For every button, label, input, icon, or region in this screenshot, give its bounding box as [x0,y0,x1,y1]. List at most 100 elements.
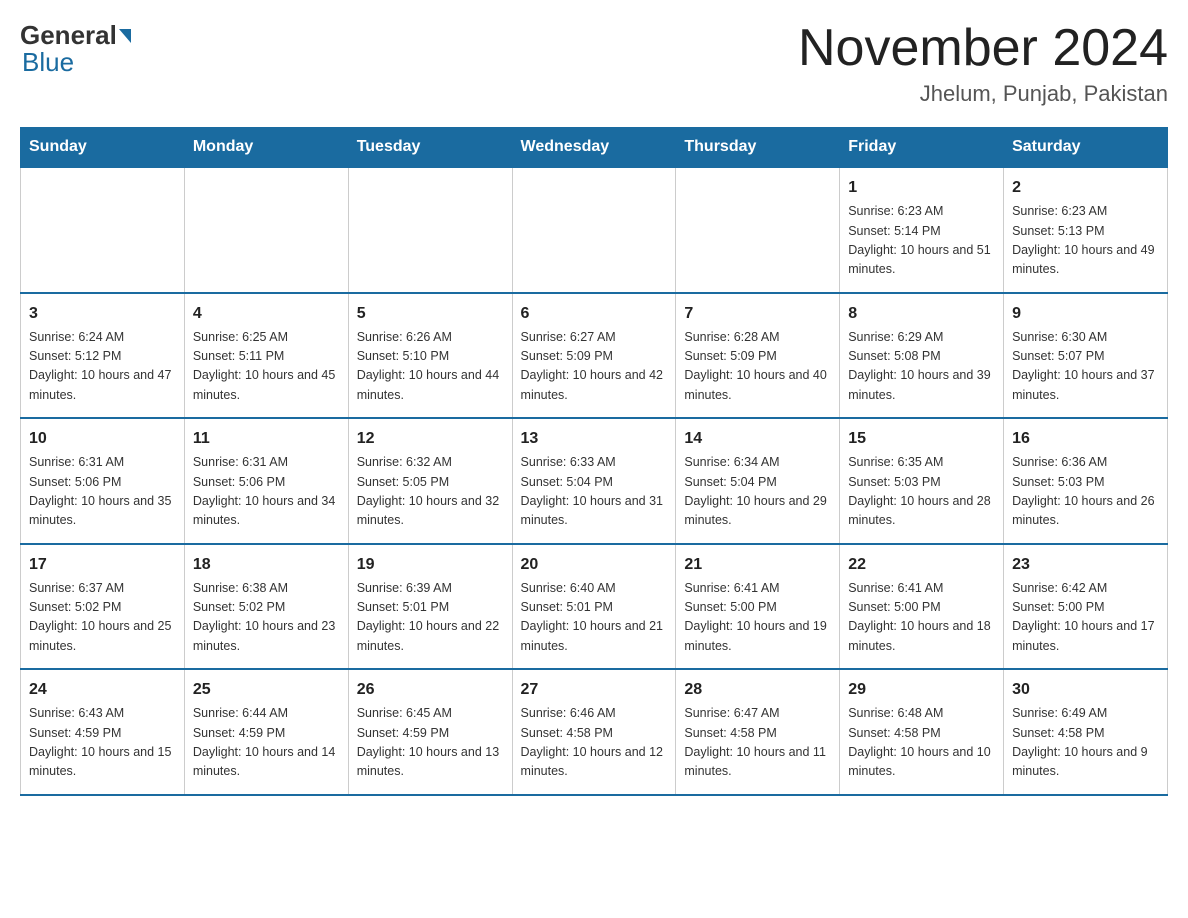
day-info: Sunrise: 6:24 AMSunset: 5:12 PMDaylight:… [29,328,176,406]
cell-week4-day1: 17Sunrise: 6:37 AMSunset: 5:02 PMDayligh… [21,544,185,670]
day-info: Sunrise: 6:28 AMSunset: 5:09 PMDaylight:… [684,328,831,406]
location-title: Jhelum, Punjab, Pakistan [798,81,1168,107]
day-info: Sunrise: 6:35 AMSunset: 5:03 PMDaylight:… [848,453,995,531]
header-monday: Monday [184,128,348,168]
day-number: 9 [1012,302,1159,326]
header-wednesday: Wednesday [512,128,676,168]
day-info: Sunrise: 6:25 AMSunset: 5:11 PMDaylight:… [193,328,340,406]
day-number: 6 [521,302,668,326]
day-info: Sunrise: 6:29 AMSunset: 5:08 PMDaylight:… [848,328,995,406]
day-info: Sunrise: 6:37 AMSunset: 5:02 PMDaylight:… [29,579,176,657]
cell-week1-day2 [184,167,348,293]
month-title: November 2024 [798,20,1168,77]
cell-week1-day3 [348,167,512,293]
day-info: Sunrise: 6:32 AMSunset: 5:05 PMDaylight:… [357,453,504,531]
day-number: 27 [521,678,668,702]
day-number: 11 [193,427,340,451]
day-info: Sunrise: 6:45 AMSunset: 4:59 PMDaylight:… [357,704,504,782]
cell-week3-day3: 12Sunrise: 6:32 AMSunset: 5:05 PMDayligh… [348,418,512,544]
day-info: Sunrise: 6:36 AMSunset: 5:03 PMDaylight:… [1012,453,1159,531]
day-info: Sunrise: 6:33 AMSunset: 5:04 PMDaylight:… [521,453,668,531]
weekday-header-row: Sunday Monday Tuesday Wednesday Thursday… [21,128,1168,168]
calendar-header: Sunday Monday Tuesday Wednesday Thursday… [21,128,1168,168]
day-info: Sunrise: 6:31 AMSunset: 5:06 PMDaylight:… [29,453,176,531]
day-info: Sunrise: 6:23 AMSunset: 5:13 PMDaylight:… [1012,202,1159,280]
logo: General Blue [20,20,133,78]
day-number: 7 [684,302,831,326]
day-number: 20 [521,553,668,577]
day-info: Sunrise: 6:40 AMSunset: 5:01 PMDaylight:… [521,579,668,657]
header-tuesday: Tuesday [348,128,512,168]
day-info: Sunrise: 6:49 AMSunset: 4:58 PMDaylight:… [1012,704,1159,782]
day-info: Sunrise: 6:47 AMSunset: 4:58 PMDaylight:… [684,704,831,782]
day-number: 3 [29,302,176,326]
cell-week3-day5: 14Sunrise: 6:34 AMSunset: 5:04 PMDayligh… [676,418,840,544]
day-number: 25 [193,678,340,702]
cell-week2-day2: 4Sunrise: 6:25 AMSunset: 5:11 PMDaylight… [184,293,348,419]
cell-week2-day3: 5Sunrise: 6:26 AMSunset: 5:10 PMDaylight… [348,293,512,419]
cell-week2-day6: 8Sunrise: 6:29 AMSunset: 5:08 PMDaylight… [840,293,1004,419]
day-number: 4 [193,302,340,326]
cell-week4-day2: 18Sunrise: 6:38 AMSunset: 5:02 PMDayligh… [184,544,348,670]
logo-blue-text: Blue [22,47,74,77]
cell-week1-day5 [676,167,840,293]
day-number: 26 [357,678,504,702]
cell-week3-day1: 10Sunrise: 6:31 AMSunset: 5:06 PMDayligh… [21,418,185,544]
day-info: Sunrise: 6:26 AMSunset: 5:10 PMDaylight:… [357,328,504,406]
cell-week2-day7: 9Sunrise: 6:30 AMSunset: 5:07 PMDaylight… [1004,293,1168,419]
day-info: Sunrise: 6:44 AMSunset: 4:59 PMDaylight:… [193,704,340,782]
day-info: Sunrise: 6:46 AMSunset: 4:58 PMDaylight:… [521,704,668,782]
day-number: 18 [193,553,340,577]
cell-week4-day6: 22Sunrise: 6:41 AMSunset: 5:00 PMDayligh… [840,544,1004,670]
cell-week4-day4: 20Sunrise: 6:40 AMSunset: 5:01 PMDayligh… [512,544,676,670]
cell-week5-day5: 28Sunrise: 6:47 AMSunset: 4:58 PMDayligh… [676,669,840,795]
week-row-5: 24Sunrise: 6:43 AMSunset: 4:59 PMDayligh… [21,669,1168,795]
cell-week5-day4: 27Sunrise: 6:46 AMSunset: 4:58 PMDayligh… [512,669,676,795]
day-number: 17 [29,553,176,577]
day-number: 5 [357,302,504,326]
calendar-body: 1Sunrise: 6:23 AMSunset: 5:14 PMDaylight… [21,167,1168,795]
day-number: 23 [1012,553,1159,577]
day-number: 22 [848,553,995,577]
cell-week3-day2: 11Sunrise: 6:31 AMSunset: 5:06 PMDayligh… [184,418,348,544]
day-info: Sunrise: 6:43 AMSunset: 4:59 PMDaylight:… [29,704,176,782]
day-number: 13 [521,427,668,451]
header-thursday: Thursday [676,128,840,168]
day-info: Sunrise: 6:42 AMSunset: 5:00 PMDaylight:… [1012,579,1159,657]
cell-week1-day1 [21,167,185,293]
cell-week2-day4: 6Sunrise: 6:27 AMSunset: 5:09 PMDaylight… [512,293,676,419]
day-number: 30 [1012,678,1159,702]
day-number: 16 [1012,427,1159,451]
day-number: 24 [29,678,176,702]
day-number: 19 [357,553,504,577]
cell-week5-day7: 30Sunrise: 6:49 AMSunset: 4:58 PMDayligh… [1004,669,1168,795]
day-info: Sunrise: 6:31 AMSunset: 5:06 PMDaylight:… [193,453,340,531]
day-info: Sunrise: 6:38 AMSunset: 5:02 PMDaylight:… [193,579,340,657]
day-info: Sunrise: 6:41 AMSunset: 5:00 PMDaylight:… [684,579,831,657]
cell-week1-day4 [512,167,676,293]
calendar-table: Sunday Monday Tuesday Wednesday Thursday… [20,127,1168,796]
header-sunday: Sunday [21,128,185,168]
logo-arrow-icon [119,29,131,43]
week-row-1: 1Sunrise: 6:23 AMSunset: 5:14 PMDaylight… [21,167,1168,293]
day-info: Sunrise: 6:34 AMSunset: 5:04 PMDaylight:… [684,453,831,531]
cell-week4-day5: 21Sunrise: 6:41 AMSunset: 5:00 PMDayligh… [676,544,840,670]
header-friday: Friday [840,128,1004,168]
week-row-2: 3Sunrise: 6:24 AMSunset: 5:12 PMDaylight… [21,293,1168,419]
day-number: 8 [848,302,995,326]
day-info: Sunrise: 6:23 AMSunset: 5:14 PMDaylight:… [848,202,995,280]
day-info: Sunrise: 6:27 AMSunset: 5:09 PMDaylight:… [521,328,668,406]
day-info: Sunrise: 6:48 AMSunset: 4:58 PMDaylight:… [848,704,995,782]
cell-week3-day6: 15Sunrise: 6:35 AMSunset: 5:03 PMDayligh… [840,418,1004,544]
title-section: November 2024 Jhelum, Punjab, Pakistan [798,20,1168,107]
day-number: 1 [848,176,995,200]
day-number: 10 [29,427,176,451]
page-header: General Blue November 2024 Jhelum, Punja… [20,20,1168,107]
day-number: 21 [684,553,831,577]
day-info: Sunrise: 6:30 AMSunset: 5:07 PMDaylight:… [1012,328,1159,406]
day-number: 2 [1012,176,1159,200]
cell-week1-day7: 2Sunrise: 6:23 AMSunset: 5:13 PMDaylight… [1004,167,1168,293]
day-number: 15 [848,427,995,451]
day-number: 28 [684,678,831,702]
week-row-4: 17Sunrise: 6:37 AMSunset: 5:02 PMDayligh… [21,544,1168,670]
